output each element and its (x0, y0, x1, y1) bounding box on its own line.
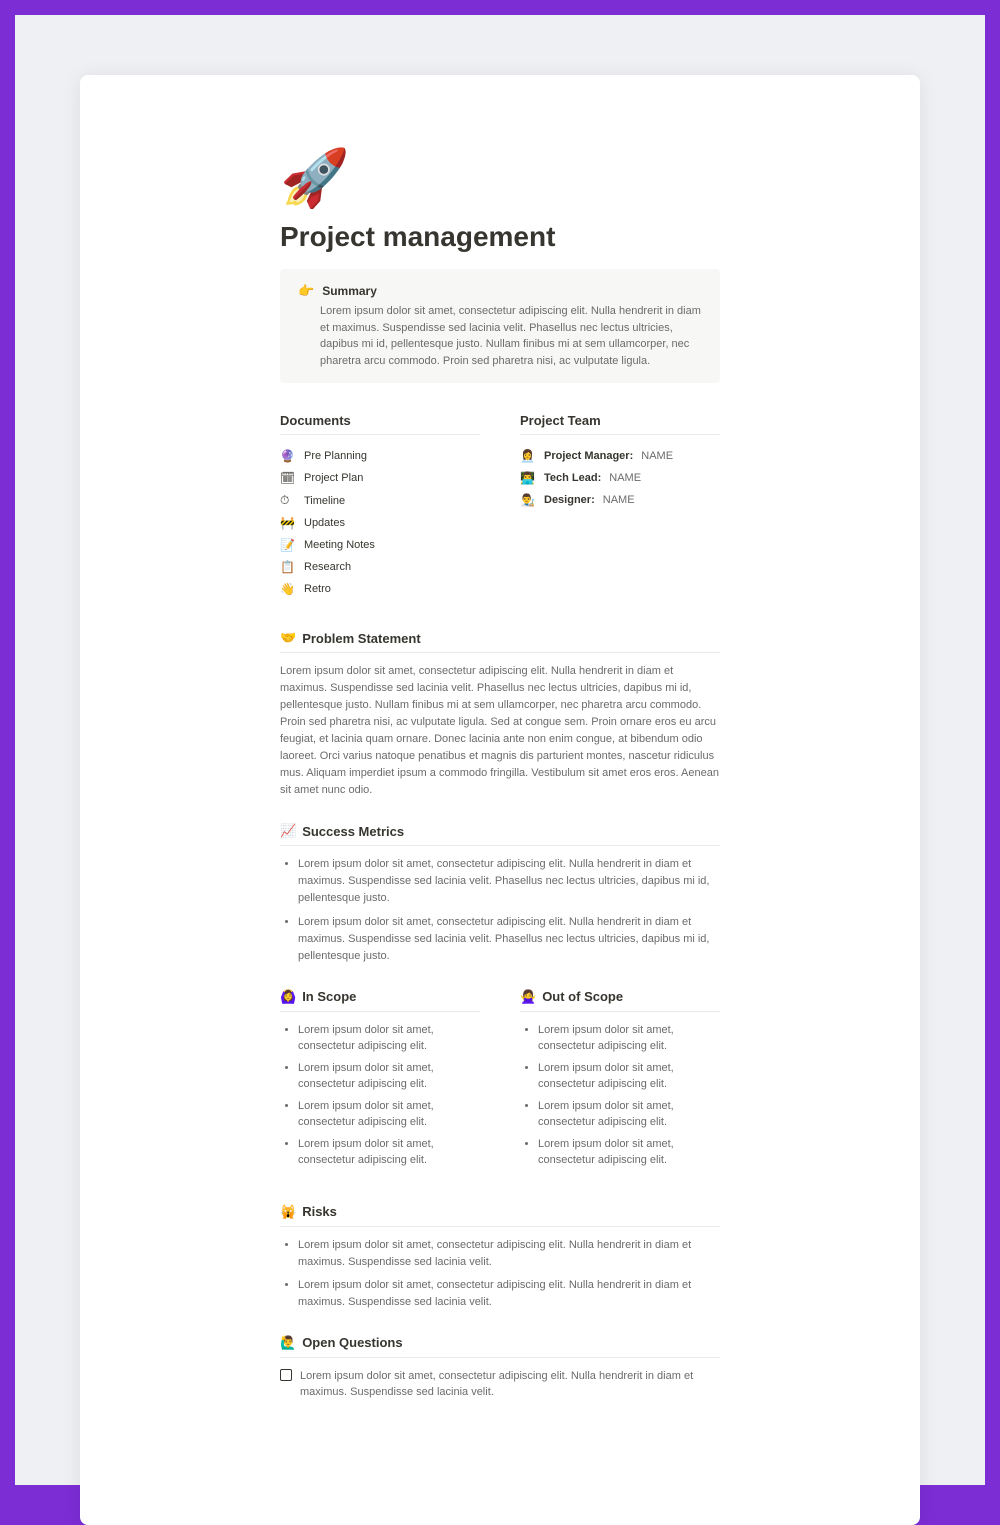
team-member-name: NAME (609, 472, 641, 484)
outscope-list: Lorem ipsum dolor sit amet, consectetur … (520, 1022, 720, 1169)
question-text: Lorem ipsum dolor sit amet, consectetur … (300, 1368, 720, 1401)
chart-icon: 📈 (280, 823, 296, 839)
success-item: Lorem ipsum dolor sit amet, consectetur … (298, 914, 720, 965)
person-ok-icon: 🙆‍♀️ (280, 989, 296, 1005)
problem-section: 🤝 Problem Statement Lorem ipsum dolor si… (280, 630, 720, 799)
inscope-item: Lorem ipsum dolor sit amet, consectetur … (298, 1136, 480, 1169)
inscope-item: Lorem ipsum dolor sit amet, consectetur … (298, 1060, 480, 1093)
team-member-icon: 👩‍💼 (520, 449, 536, 463)
success-list: Lorem ipsum dolor sit amet, consectetur … (280, 856, 720, 964)
document-link[interactable]: 📋 Research (280, 556, 480, 578)
outscope-item: Lorem ipsum dolor sit amet, consectetur … (538, 1136, 720, 1169)
document-link[interactable]: 📝 Meeting Notes (280, 534, 480, 556)
documents-heading: Documents (280, 413, 480, 435)
outscope-item: Lorem ipsum dolor sit amet, consectetur … (538, 1060, 720, 1093)
summary-callout: 👉 Summary Lorem ipsum dolor sit amet, co… (280, 269, 720, 383)
risks-heading: Risks (302, 1204, 337, 1219)
risks-list: Lorem ipsum dolor sit amet, consectetur … (280, 1237, 720, 1311)
risk-item: Lorem ipsum dolor sit amet, consectetur … (298, 1277, 720, 1311)
document-link[interactable]: 🗓 Project Plan (280, 467, 480, 489)
team-member: 👩‍💼 Project Manager: NAME (520, 445, 720, 467)
summary-heading: Summary (322, 284, 377, 298)
handshake-icon: 🤝 (280, 630, 296, 646)
documents-list: 🔮 Pre Planning 🗓 Project Plan ⏱ Timeline 🚧 Upda… (280, 445, 480, 600)
team-role-label: Designer: (544, 494, 595, 506)
doc-item-icon: 📋 (280, 560, 296, 574)
scared-cat-icon: 🙀 (280, 1204, 296, 1220)
team-list: 👩‍💼 Project Manager: NAME 👨‍💻 Tech Lead: NA… (520, 445, 720, 511)
page-title: Project management (280, 221, 720, 253)
document-link[interactable]: 🚧 Updates (280, 512, 480, 534)
success-item: Lorem ipsum dolor sit amet, consectetur … (298, 856, 720, 907)
doc-item-label: Meeting Notes (304, 539, 375, 551)
inscope-item: Lorem ipsum dolor sit amet, consectetur … (298, 1022, 480, 1055)
raised-hand-icon: 🙋‍♂️ (280, 1335, 296, 1351)
doc-item-icon: 🗓 (280, 471, 296, 485)
questions-heading: Open Questions (302, 1335, 402, 1350)
questions-section: 🙋‍♂️ Open Questions Lorem ipsum dolor si… (280, 1335, 720, 1401)
doc-item-icon: 🔮 (280, 449, 296, 463)
doc-item-label: Research (304, 561, 351, 573)
document-link[interactable]: ⏱ Timeline (280, 489, 480, 512)
doc-item-icon: 🚧 (280, 516, 296, 530)
outscope-section: 🙅‍♀️ Out of Scope Lorem ipsum dolor sit … (520, 989, 720, 1174)
doc-item-label: Timeline (304, 495, 345, 507)
team-member: 👨‍🎨 Designer: NAME (520, 489, 720, 511)
success-section: 📈 Success Metrics Lorem ipsum dolor sit … (280, 823, 720, 964)
success-heading: Success Metrics (302, 824, 404, 839)
doc-item-label: Pre Planning (304, 450, 367, 462)
summary-text: Lorem ipsum dolor sit amet, consectetur … (320, 303, 702, 369)
team-role-label: Project Manager: (544, 450, 633, 462)
team-member-icon: 👨‍🎨 (520, 493, 536, 507)
team-member-icon: 👨‍💻 (520, 471, 536, 485)
checkbox[interactable] (280, 1369, 292, 1381)
team-member: 👨‍💻 Tech Lead: NAME (520, 467, 720, 489)
outscope-item: Lorem ipsum dolor sit amet, consectetur … (538, 1022, 720, 1055)
doc-item-label: Project Plan (304, 472, 363, 484)
team-column: Project Team 👩‍💼Project Manager: NAME👨‍💻… (520, 413, 720, 600)
team-role-label: Tech Lead: (544, 472, 601, 484)
inscope-section: 🙆‍♀️ In Scope Lorem ipsum dolor sit amet… (280, 989, 480, 1174)
problem-heading: Problem Statement (302, 631, 420, 646)
pointing-icon: 👉 (298, 283, 314, 299)
documents-column: Documents 🔮 Pre Planning 🗓 Project Plan ⏱ Tim… (280, 413, 480, 600)
app-frame: 🚀 Project management 👉 Summary Lorem ips… (15, 15, 985, 1485)
doc-item-label: Retro (304, 583, 331, 595)
risks-section: 🙀 Risks Lorem ipsum dolor sit amet, cons… (280, 1204, 720, 1311)
inscope-list: Lorem ipsum dolor sit amet, consectetur … (280, 1022, 480, 1169)
team-member-name: NAME (603, 494, 635, 506)
page-icon: 🚀 (280, 145, 720, 211)
risk-item: Lorem ipsum dolor sit amet, consectetur … (298, 1237, 720, 1271)
document-link[interactable]: 👋 Retro (280, 578, 480, 600)
problem-text: Lorem ipsum dolor sit amet, consectetur … (280, 663, 720, 799)
doc-item-label: Updates (304, 517, 345, 529)
doc-item-icon: 📝 (280, 538, 296, 552)
outscope-item: Lorem ipsum dolor sit amet, consectetur … (538, 1098, 720, 1131)
page-card: 🚀 Project management 👉 Summary Lorem ips… (80, 75, 920, 1525)
doc-item-icon: 👋 (280, 582, 296, 596)
outscope-heading: Out of Scope (542, 989, 623, 1004)
questions-list: Lorem ipsum dolor sit amet, consectetur … (280, 1368, 720, 1401)
inscope-heading: In Scope (302, 989, 356, 1004)
person-no-icon: 🙅‍♀️ (520, 989, 536, 1005)
doc-item-icon: ⏱ (280, 493, 296, 508)
team-heading: Project Team (520, 413, 720, 435)
inscope-item: Lorem ipsum dolor sit amet, consectetur … (298, 1098, 480, 1131)
team-member-name: NAME (641, 450, 673, 462)
question-item: Lorem ipsum dolor sit amet, consectetur … (280, 1368, 720, 1401)
document-link[interactable]: 🔮 Pre Planning (280, 445, 480, 467)
